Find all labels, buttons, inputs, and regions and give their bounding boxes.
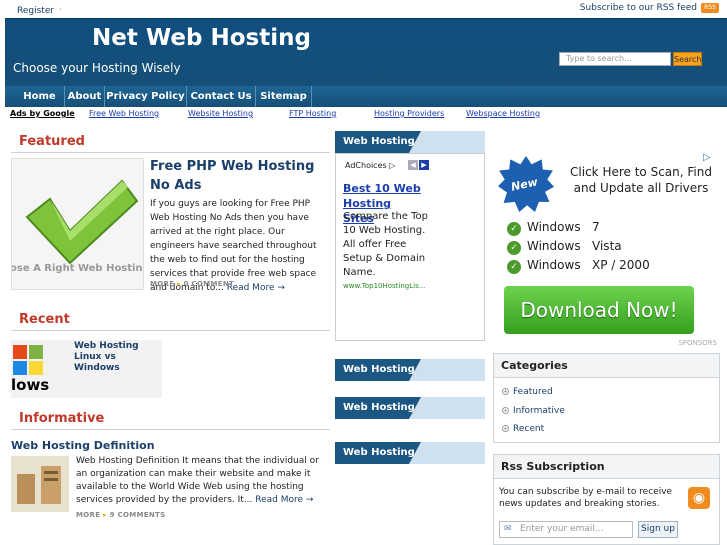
read-more-link[interactable]: Read More → (255, 495, 313, 505)
nav-home[interactable]: Home (15, 86, 65, 107)
featured-image-caption: ose A Right Web Hosting (11, 263, 144, 274)
ad-link[interactable]: Hosting Providers (374, 109, 444, 118)
category-item[interactable]: + Informative (502, 406, 565, 416)
recent-post-title[interactable]: Web Hosting Linux vs Windows (74, 341, 164, 374)
more-link[interactable]: MORE (76, 511, 100, 519)
ad-links-bar: Ads by Google Free Web Hosting Website H… (10, 108, 727, 120)
featured-thumbnail[interactable]: ose A Right Web Hosting (11, 158, 144, 290)
web-hosting-box-header: Web Hosting (335, 442, 485, 464)
windows-version-row: ✓ Windows 7 (507, 220, 600, 236)
recent-heading: Recent (11, 309, 330, 331)
categories-widget: Categories + Featured + Informative + Recen… (493, 353, 720, 443)
recent-image-text: lows (11, 376, 50, 394)
rss-title: Rss Subscription (494, 455, 719, 479)
site-title[interactable]: Net Web Hosting (92, 25, 311, 51)
comment-count[interactable]: 9 COMMENTS (110, 511, 166, 519)
ad-next-arrow-icon[interactable]: ▶ (419, 160, 429, 170)
bullet-icon: + (502, 407, 509, 414)
main-nav: Home About Privacy Policy Contact Us Sit… (5, 86, 727, 107)
rss-link[interactable]: Subscribe to our RSS feed (580, 3, 697, 13)
download-now-button[interactable]: Download Now! (504, 286, 694, 334)
ad-link[interactable]: Webspace Hosting (466, 109, 540, 118)
category-label[interactable]: Informative (513, 406, 565, 416)
os-name: Windows (527, 220, 581, 234)
search-button[interactable]: Search (673, 52, 702, 66)
web-hosting-box-header: Web Hosting (335, 131, 485, 153)
ad-info-icon[interactable]: ▷ (703, 152, 711, 163)
email-placeholder: Enter your email... (520, 524, 604, 534)
ad-body-text: Compare the Top 10 Web Hosting. All offe… (343, 211, 429, 278)
ad-prev-arrow-icon[interactable]: ◀ (408, 160, 418, 170)
check-icon: ✓ (507, 241, 521, 255)
comment-count[interactable]: 0 COMMENT (184, 280, 234, 288)
informative-post-title[interactable]: Web Hosting Definition (11, 439, 155, 452)
ad-link[interactable]: Free Web Hosting (89, 109, 159, 118)
banner-headline: Click Here to Scan, Find and Update all … (570, 165, 712, 195)
featured-excerpt-text: If you guys are looking for Free PHP Web… (150, 199, 317, 293)
os-version: 7 (592, 220, 600, 234)
os-name: Windows (527, 239, 581, 253)
register-link[interactable]: Register (17, 6, 54, 16)
ad-link[interactable]: Website Hosting (188, 109, 253, 118)
check-icon: ✓ (507, 222, 521, 236)
nav-privacy-policy[interactable]: Privacy Policy (105, 86, 187, 107)
featured-heading: Featured (11, 131, 330, 153)
informative-meta: MORE ▸ 9 COMMENTS (76, 511, 165, 519)
web-hosting-box-title: Web Hosting (335, 359, 421, 381)
category-item[interactable]: + Featured (502, 387, 553, 397)
separator: · (59, 5, 62, 15)
category-item[interactable]: + Recent (502, 424, 544, 434)
nav-about[interactable]: About (65, 86, 105, 107)
ad-url-link[interactable]: www.Top10HostingLis... (343, 282, 425, 290)
category-label[interactable]: Featured (513, 387, 553, 397)
hosting-illustration-icon (17, 466, 61, 504)
informative-thumbnail[interactable] (11, 456, 69, 512)
windows-version-row: ✓ Windows Vista (507, 239, 622, 255)
web-hosting-box-title: Web Hosting (335, 397, 421, 419)
nav-sitemap[interactable]: Sitemap (256, 86, 312, 107)
web-hosting-box-header: Web Hosting (335, 359, 485, 381)
windows-version-row: ✓ Windows XP / 2000 (507, 258, 650, 274)
check-icon: ✓ (507, 260, 521, 274)
ad-link[interactable]: FTP Hosting (289, 109, 336, 118)
ads-by-google-label[interactable]: Ads by Google (10, 109, 75, 118)
os-version: Vista (592, 239, 622, 253)
sign-up-button[interactable]: Sign up (638, 521, 678, 538)
informative-heading: Informative (11, 408, 330, 430)
categories-title: Categories (494, 354, 719, 378)
rss-feed-icon[interactable]: ◉ (688, 487, 710, 509)
bullet-icon: + (502, 388, 509, 395)
web-hosting-box-title: Web Hosting (335, 131, 421, 153)
search-input[interactable]: Type to search... (559, 52, 671, 66)
rss-icon[interactable]: RSS (701, 3, 719, 13)
rss-description: You can subscribe by e-mail to receive n… (499, 487, 673, 509)
category-label[interactable]: Recent (513, 424, 544, 434)
rss-subscription-widget: Rss Subscription You can subscribe by e-… (493, 454, 720, 545)
mail-icon: ✉ (504, 524, 512, 534)
web-hosting-box-header: Web Hosting (335, 397, 485, 419)
os-name: Windows (527, 258, 581, 272)
featured-meta: MORE ▸ 0 COMMENT (150, 280, 234, 288)
site-tagline: Choose your Hosting Wisely (13, 61, 181, 75)
os-version: XP / 2000 (592, 258, 650, 272)
top-bar: Register · Subscribe to our RSS feed RSS (0, 0, 727, 18)
informative-excerpt: Web Hosting Definition It means that the… (76, 455, 326, 507)
bullet-icon: + (502, 425, 509, 432)
nav-contact-us[interactable]: Contact Us (187, 86, 256, 107)
adchoices-label[interactable]: AdChoices ▷ (345, 161, 395, 170)
windows-logo-icon (13, 345, 43, 375)
featured-post-title[interactable]: Free PHP Web Hosting No Ads (150, 157, 325, 195)
web-hosting-box-title: Web Hosting (335, 442, 421, 464)
read-more-link[interactable]: Read More → (227, 283, 285, 293)
arrow-icon: ▸ (103, 511, 107, 519)
email-input[interactable]: ✉ Enter your email... (499, 521, 633, 538)
driver-scan-banner[interactable]: New Click Here to Scan, Find and Update … (494, 150, 720, 342)
sponsors-label: SPONSORS (678, 339, 717, 347)
arrow-icon: ▸ (177, 280, 181, 288)
site-header: Net Web Hosting Choose your Hosting Wise… (5, 18, 727, 86)
more-link[interactable]: MORE (150, 280, 174, 288)
